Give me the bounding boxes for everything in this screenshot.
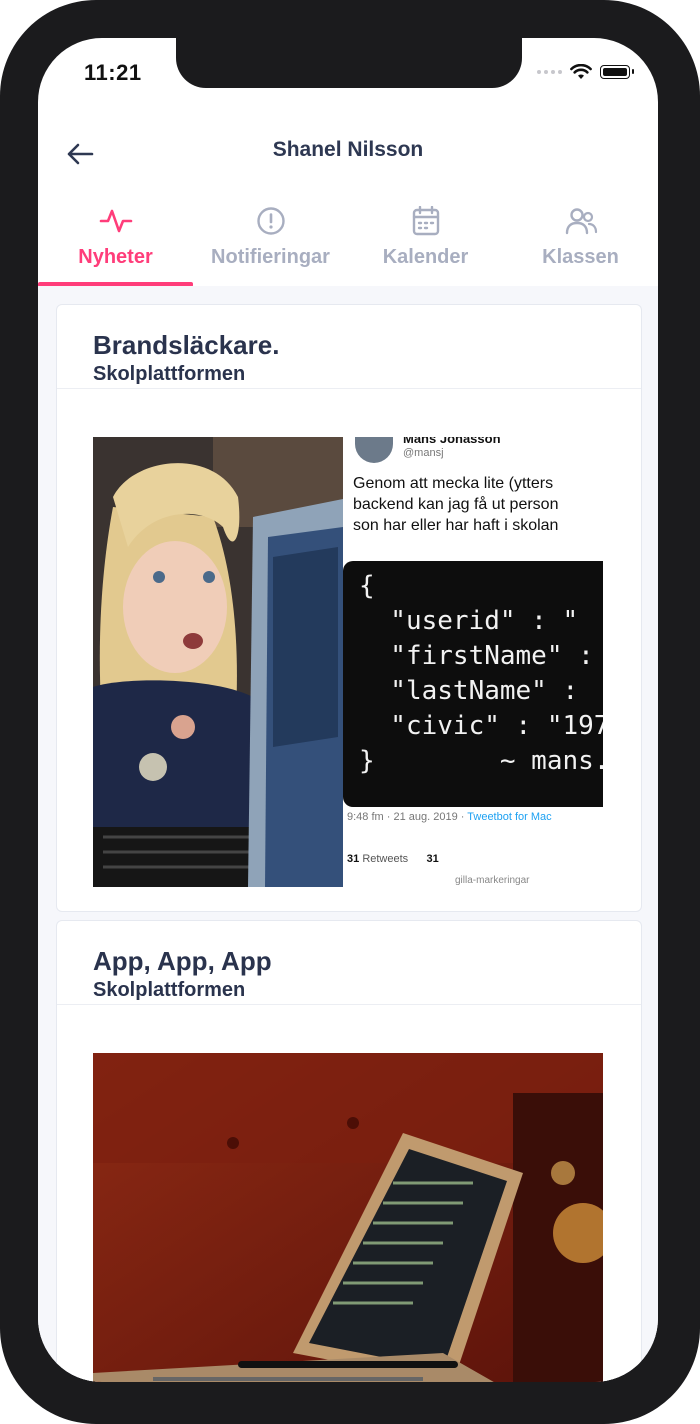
- status-time: 11:21: [84, 60, 142, 85]
- tweet-screenshot: Mans Jonasson @mansj Genom att mecka lit…: [343, 437, 603, 887]
- code-snippet: { "userid" : " "firstName" : "lastName" …: [343, 561, 603, 807]
- tweet-author: Mans Jonasson: [403, 437, 501, 446]
- tab-notifieringar[interactable]: Notifieringar: [193, 198, 348, 286]
- tweet-likes-label: gilla-markeringar: [455, 875, 530, 886]
- news-card[interactable]: Brandsläckare. Skolplattformen Mans Jona…: [56, 304, 642, 912]
- news-feed[interactable]: Brandsläckare. Skolplattformen Mans Jona…: [38, 286, 658, 1382]
- card-source: Skolplattformen: [93, 363, 246, 385]
- signal-icon: [537, 70, 562, 74]
- news-image: [93, 1053, 603, 1382]
- tab-nyheter[interactable]: Nyheter: [38, 198, 193, 287]
- home-indicator: [238, 1361, 458, 1368]
- tweet-handle: @mansj: [403, 447, 444, 459]
- card-source: Skolplattformen: [93, 979, 246, 1001]
- alert-circle-icon: [256, 207, 285, 235]
- page-title: Shanel Nilsson: [272, 138, 424, 161]
- battery-icon: [600, 65, 634, 79]
- header: Shanel Nilsson: [38, 128, 658, 178]
- status-icons: [537, 64, 634, 80]
- card-title: Brandsläckare.: [93, 330, 280, 360]
- tab-label: Nyheter: [78, 246, 153, 268]
- tab-label: Klassen: [542, 246, 619, 268]
- phone-frame: 11:21 Shanel Nilsson Nyheter Notifiering…: [0, 0, 700, 1424]
- card-title: App, App, App: [93, 946, 272, 976]
- news-card[interactable]: App, App, App Skolplattformen: [56, 920, 642, 1382]
- tab-klassen[interactable]: Klassen: [503, 198, 658, 286]
- photo-laptop-restaurant: [93, 1053, 603, 1382]
- tab-label: Kalender: [382, 246, 469, 268]
- wifi-icon: [570, 64, 592, 79]
- activity-icon: [99, 209, 132, 233]
- photo-girl-at-computer: [93, 437, 353, 887]
- calendar-icon: [412, 206, 439, 236]
- tweet-timestamp: 9:48 fm · 21 aug. 2019 · Tweetbot for Ma…: [347, 811, 552, 823]
- screen: 11:21 Shanel Nilsson Nyheter Notifiering…: [38, 38, 658, 1382]
- tweet-stats: 31 Retweets 31: [347, 853, 439, 865]
- tab-bar: Nyheter Notifieringar Kalender Klassen: [38, 198, 658, 287]
- news-image: Mans Jonasson @mansj Genom att mecka lit…: [93, 437, 603, 887]
- tweet-text: Genom att mecka lite (ytters backend kan…: [353, 475, 559, 534]
- card-header: App, App, App Skolplattformen: [57, 921, 641, 1005]
- users-icon: [565, 208, 597, 235]
- notch: [176, 38, 522, 88]
- tab-kalender[interactable]: Kalender: [348, 198, 503, 286]
- card-header: Brandsläckare. Skolplattformen: [57, 305, 641, 389]
- avatar: [355, 437, 393, 463]
- tab-label: Notifieringar: [211, 246, 330, 268]
